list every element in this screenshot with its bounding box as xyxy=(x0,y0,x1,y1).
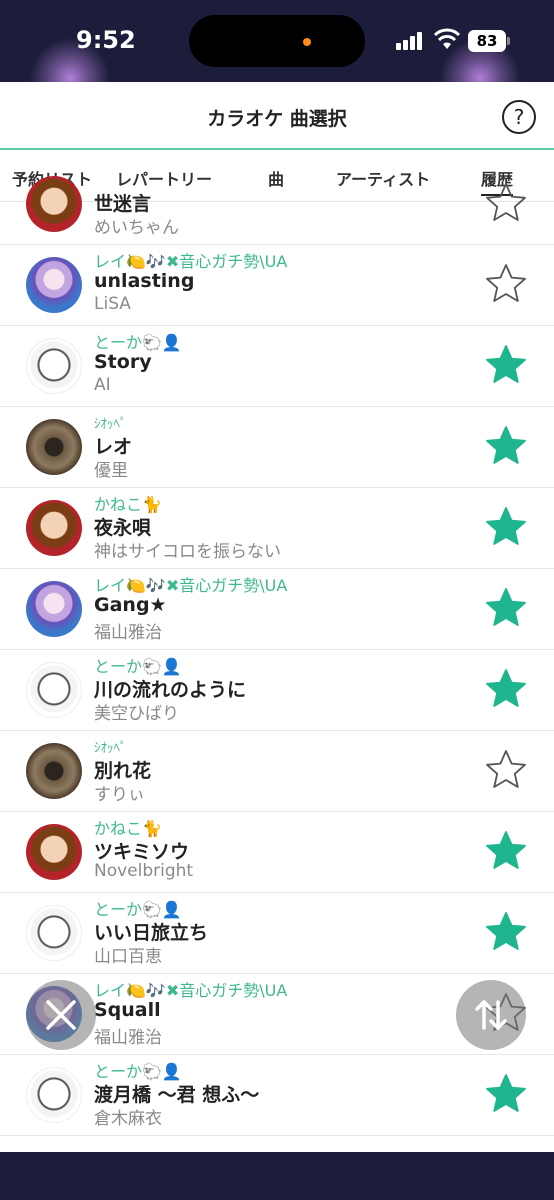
song-row[interactable]: ｼｵｯﾍﾟ 別れ花すりぃ xyxy=(0,731,554,812)
singer-name: ｼｵｯﾍﾟ xyxy=(94,417,127,432)
favorite-star-filled-icon[interactable] xyxy=(484,424,528,468)
song-title: 世迷言 xyxy=(94,193,152,215)
song-title: 別れ花 xyxy=(94,760,152,782)
favorite-star-outline-icon[interactable] xyxy=(484,748,528,792)
favorite-star-outline-icon[interactable] xyxy=(484,181,528,225)
song-title: いい日旅立ち xyxy=(94,922,209,944)
favorite-star-filled-icon[interactable] xyxy=(484,829,528,873)
user-avatar xyxy=(26,905,82,961)
artist-name: 山口百恵 xyxy=(94,947,162,967)
song-row[interactable]: かねこ🐈 夜永唄神はサイコロを振らない xyxy=(0,488,554,569)
artist-name: 福山雅治 xyxy=(94,1028,162,1048)
user-avatar xyxy=(26,1067,82,1123)
user-avatar xyxy=(26,824,82,880)
status-time: 9:52 xyxy=(76,26,136,54)
favorite-star-filled-icon[interactable] xyxy=(484,343,528,387)
page-title: カラオケ 曲選択 xyxy=(207,108,347,130)
artist-name: 福山雅治 xyxy=(94,623,162,643)
song-title: 夜永唄 xyxy=(94,517,152,539)
singer-name: レイ🍋🎶✖音心ガチ勢\UA xyxy=(94,576,288,595)
header: カラオケ 曲選択 ? xyxy=(0,82,554,150)
song-row[interactable]: レイ🍋🎶✖音心ガチ勢\UA Gang★ 福山雅治 xyxy=(0,569,554,650)
song-title: ツキミソウ xyxy=(94,841,190,863)
user-avatar xyxy=(26,581,82,637)
artist-name: 美空ひばり xyxy=(94,704,179,724)
sort-button[interactable] xyxy=(456,980,526,1050)
bottom-bar xyxy=(0,1152,554,1200)
user-avatar xyxy=(26,419,82,475)
singer-name: レイ🍋🎶✖音心ガチ勢\UA xyxy=(94,981,288,1000)
user-avatar xyxy=(26,743,82,799)
artist-name: 優里 xyxy=(94,461,128,481)
artist-name: Novelbright xyxy=(94,861,194,881)
favorite-star-filled-icon[interactable] xyxy=(484,1072,528,1116)
user-avatar xyxy=(26,338,82,394)
dynamic-island xyxy=(189,15,365,67)
song-row[interactable]: ｼｵｯﾍﾟ レオ優里 xyxy=(0,407,554,488)
singer-name: とーか🐑👤 xyxy=(94,657,182,676)
favorite-star-filled-icon[interactable] xyxy=(484,505,528,549)
artist-name: 倉木麻衣 xyxy=(94,1109,162,1129)
song-title: unlasting xyxy=(94,270,195,292)
song-row[interactable]: かねこ🐈 ツキミソウ Novelbright xyxy=(0,812,554,893)
sort-icon xyxy=(475,1000,507,1030)
signal-icon xyxy=(396,32,426,50)
singer-name: かねこ🐈 xyxy=(94,495,162,514)
battery-tip xyxy=(507,37,510,45)
artist-name: AI xyxy=(94,375,111,395)
singer-name: レイ🍋🎶✖音心ガチ勢\UA xyxy=(94,252,288,271)
status-bar: 9:52 83 xyxy=(0,0,554,82)
singer-name: とーか🐑👤 xyxy=(94,900,182,919)
user-avatar xyxy=(26,500,82,556)
battery-icon: 83 xyxy=(468,30,506,52)
singer-name: とーか🐑👤 xyxy=(94,333,182,352)
artist-name: 神はサイコロを振らない xyxy=(94,542,281,562)
favorite-star-outline-icon[interactable] xyxy=(484,262,528,306)
song-row[interactable]: とーか🐑👤 Story AI xyxy=(0,326,554,407)
close-button[interactable] xyxy=(26,980,96,1050)
singer-name: とーか🐑👤 xyxy=(94,1062,182,1081)
artist-name: めいちゃん xyxy=(94,218,179,238)
song-title: 川の流れのように xyxy=(94,679,247,701)
song-title: Squall xyxy=(94,999,161,1021)
wifi-icon xyxy=(433,28,461,50)
user-avatar xyxy=(26,176,82,232)
user-avatar xyxy=(26,257,82,313)
song-row[interactable]: とーか🐑👤 川の流れのように 美空ひばり xyxy=(0,650,554,731)
favorite-star-filled-icon[interactable] xyxy=(484,586,528,630)
artist-name: すりぃ xyxy=(94,785,145,805)
song-row[interactable]: とーか🐑👤 いい日旅立ち 山口百恵 xyxy=(0,893,554,974)
song-title: Story xyxy=(94,351,152,373)
song-row[interactable]: とーか🐑👤 渡月橋 〜君 想ふ〜 倉木麻衣 xyxy=(0,1055,554,1136)
song-row[interactable]: 世迷言 めいちゃん xyxy=(0,164,554,245)
favorite-star-filled-icon[interactable] xyxy=(484,910,528,954)
song-title: Gang★ xyxy=(94,594,167,616)
song-row[interactable]: レイ🍋🎶✖音心ガチ勢\UA unlasting LiSA xyxy=(0,245,554,326)
artist-name: LiSA xyxy=(94,294,131,314)
help-button[interactable]: ? xyxy=(502,100,536,134)
singer-name: かねこ🐈 xyxy=(94,819,162,838)
favorite-star-filled-icon[interactable] xyxy=(484,667,528,711)
recording-indicator-icon xyxy=(303,38,311,46)
singer-name: ｼｵｯﾍﾟ xyxy=(94,741,127,756)
song-title: レオ xyxy=(94,436,133,458)
user-avatar xyxy=(26,662,82,718)
close-icon xyxy=(46,1000,76,1030)
song-title: 渡月橋 〜君 想ふ〜 xyxy=(94,1084,260,1106)
